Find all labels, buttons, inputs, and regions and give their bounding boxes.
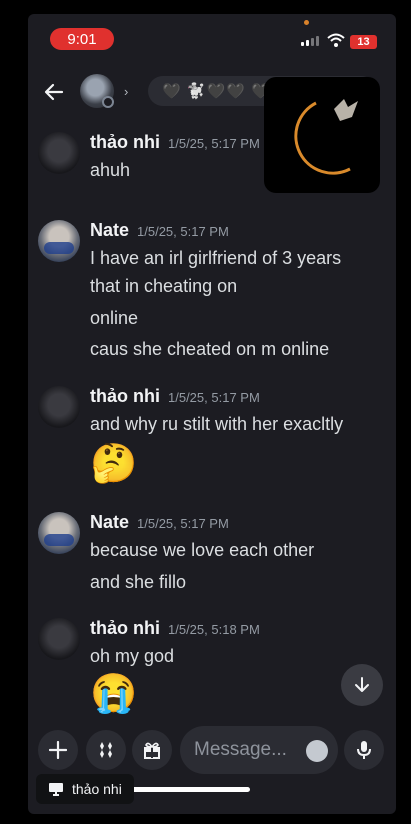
- scroll-to-bottom-button[interactable]: [341, 664, 383, 706]
- camera-indicator-icon: [304, 20, 309, 25]
- pip-video-overlay[interactable]: [264, 77, 380, 193]
- apps-icon: [100, 742, 112, 758]
- message-text: and why ru stilt with her exacltly: [90, 414, 344, 434]
- thinking-emoji: 🤔: [90, 443, 138, 485]
- emoji-icon[interactable]: [306, 740, 328, 762]
- message-author[interactable]: thảo nhi: [90, 618, 160, 639]
- status-bar: 9:01 13: [28, 14, 396, 62]
- pip-image: [294, 99, 358, 175]
- message-author[interactable]: thảo nhi: [90, 132, 160, 153]
- home-indicator: [118, 787, 250, 792]
- message-author[interactable]: thảo nhi: [90, 386, 160, 407]
- battery-indicator: 13: [350, 35, 377, 49]
- back-arrow-icon[interactable]: [42, 80, 66, 104]
- wifi-icon: [327, 33, 345, 47]
- message-timestamp: 1/5/25, 5:17 PM: [137, 224, 229, 239]
- microphone-icon: [357, 741, 371, 759]
- status-time: 9:01: [50, 28, 114, 50]
- message-text: oh my god: [90, 646, 175, 666]
- channel-name: 🖤 🐩🖤🖤 🖤: [162, 83, 271, 100]
- apps-button[interactable]: [86, 730, 126, 770]
- message-timestamp: 1/5/25, 5:17 PM: [168, 136, 260, 151]
- gift-button[interactable]: [132, 730, 172, 770]
- chevron-right-icon: ›: [124, 84, 129, 99]
- message-text: ahuh: [90, 160, 131, 180]
- message-text: caus she cheated on m online: [90, 339, 330, 359]
- avatar[interactable]: [38, 220, 80, 262]
- message-text: online: [90, 308, 139, 328]
- phone-screen: 9:01 13 › 🖤 🐩🖤🖤 🖤 thảo nhi 1/5/25, 5:17 …: [28, 14, 396, 814]
- plus-icon: [49, 741, 67, 759]
- message-author[interactable]: Nate: [90, 220, 129, 241]
- avatar[interactable]: [38, 386, 80, 428]
- message-text: that in cheating on: [90, 276, 238, 296]
- avatar[interactable]: [38, 618, 80, 660]
- monitor-icon: [49, 783, 63, 796]
- avatar[interactable]: [38, 132, 80, 174]
- message-text: I have an irl girlfriend of 3 years: [90, 248, 342, 268]
- message-text: because we love each other: [90, 540, 315, 560]
- message-author[interactable]: Nate: [90, 512, 129, 533]
- header-avatar[interactable]: [80, 74, 114, 108]
- arrow-down-icon: [355, 677, 369, 692]
- message-timestamp: 1/5/25, 5:18 PM: [168, 622, 260, 637]
- add-attachment-button[interactable]: [38, 730, 78, 770]
- message-composer: [28, 722, 396, 778]
- message-text: and she fillo: [90, 572, 187, 592]
- screen-share-tooltip: thảo nhi: [36, 774, 134, 804]
- voice-message-button[interactable]: [344, 730, 384, 770]
- message-timestamp: 1/5/25, 5:17 PM: [168, 390, 260, 405]
- avatar[interactable]: [38, 512, 80, 554]
- gift-icon: [144, 742, 160, 759]
- signal-icon: [301, 36, 319, 46]
- crying-emoji: 😭: [90, 673, 138, 715]
- message-timestamp: 1/5/25, 5:17 PM: [137, 516, 229, 531]
- tooltip-label: thảo nhi: [72, 781, 122, 797]
